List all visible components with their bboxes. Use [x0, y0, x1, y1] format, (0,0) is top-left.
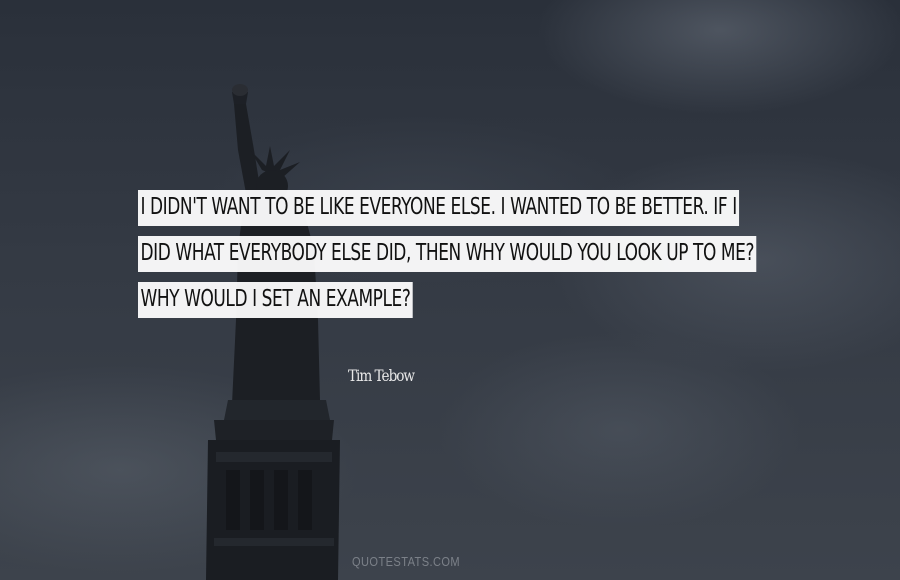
quote-line-1: I DIDN'T WANT TO BE LIKE EVERYONE ELSE. …	[138, 190, 740, 226]
quote-line-3: WHY WOULD I SET AN EXAMPLE?	[138, 282, 413, 318]
quote-author: Tim Tebow	[348, 366, 415, 385]
site-watermark: QUOTESTATS.COM	[352, 554, 461, 569]
quote-line-2: DID WHAT EVERYBODY ELSE DID, THEN WHY WO…	[138, 236, 757, 272]
quote-block: I DIDN'T WANT TO BE LIKE EVERYONE ELSE. …	[138, 190, 778, 328]
